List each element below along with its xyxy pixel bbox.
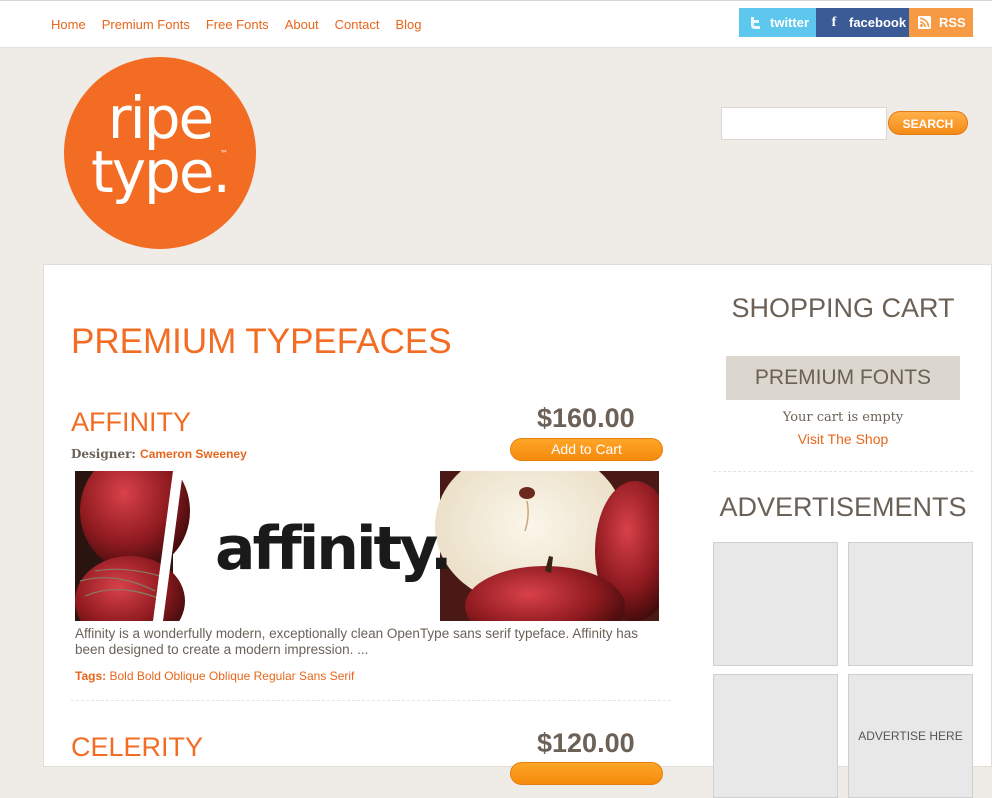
ad-slot[interactable] (713, 542, 838, 666)
page-title: PREMIUM TYPEFACES (71, 322, 452, 361)
tag-bold[interactable]: Bold (109, 669, 133, 683)
ad-text: ADVERTISE HERE (858, 729, 963, 743)
search-button[interactable]: SEARCH (888, 111, 968, 135)
nav-blog[interactable]: Blog (395, 17, 421, 32)
ad-slot[interactable] (848, 542, 973, 666)
rss-icon (918, 16, 931, 29)
tags-label: Tags: (75, 669, 107, 683)
product-tags: Tags: Bold Bold Oblique Oblique Regular … (75, 669, 354, 683)
add-to-cart-button[interactable]: Add to Cart (510, 438, 663, 461)
product-banner-image[interactable]: affinity. (75, 471, 659, 621)
ad-slot[interactable] (713, 674, 838, 798)
nav-about[interactable]: About (285, 17, 319, 32)
designer-line: Designer: Cameron Sweeney (71, 447, 247, 461)
site-logo[interactable]: ripe type. ™ (64, 57, 256, 249)
nav-contact[interactable]: Contact (335, 17, 380, 32)
rss-label: RSS (939, 15, 966, 30)
product-price: $120.00 (537, 728, 635, 758)
product-price: $160.00 (537, 403, 635, 433)
advertisements-heading: ADVERTISEMENTS (719, 492, 967, 522)
banner-word: affinity. (215, 514, 450, 584)
twitter-link[interactable]: twitter (739, 8, 816, 37)
facebook-icon: f (831, 14, 837, 30)
main-nav: Home Premium Fonts Free Fonts About Cont… (43, 17, 430, 32)
designer-label: Designer: (71, 447, 136, 461)
premium-fonts-box[interactable]: PREMIUM FONTS (726, 356, 960, 400)
facebook-link[interactable]: f facebook (816, 8, 909, 37)
tag-sans-serif[interactable]: Sans Serif (299, 669, 354, 683)
product-divider (71, 700, 671, 701)
cart-empty-text: Your cart is empty (782, 410, 904, 425)
sidebar-divider (713, 471, 973, 472)
twitter-label: twitter (770, 15, 809, 30)
designer-link[interactable]: Cameron Sweeney (140, 447, 247, 461)
banner-artwork: affinity. (75, 471, 659, 621)
tag-regular[interactable]: Regular (254, 669, 296, 683)
nav-free-fonts[interactable]: Free Fonts (206, 17, 269, 32)
nav-home[interactable]: Home (51, 17, 86, 32)
rss-link[interactable]: RSS (909, 8, 973, 37)
facebook-label: facebook (849, 15, 907, 30)
product-title[interactable]: CELERITY (71, 732, 203, 763)
tag-oblique[interactable]: Oblique (209, 669, 250, 683)
add-to-cart-button[interactable] (510, 762, 663, 785)
shopping-cart-heading: SHOPPING CART (731, 293, 955, 323)
logo-trademark: ™ (220, 149, 228, 158)
search-input[interactable] (721, 107, 887, 140)
visit-shop-link[interactable]: Visit The Shop (726, 431, 960, 447)
product-description: Affinity is a wonderfully modern, except… (75, 626, 639, 657)
product-title[interactable]: AFFINITY (71, 407, 191, 438)
twitter-icon (748, 16, 762, 30)
tag-bold-oblique[interactable]: Bold Oblique (137, 669, 206, 683)
nav-premium-fonts[interactable]: Premium Fonts (102, 17, 190, 32)
ad-slot[interactable]: ADVERTISE HERE (848, 674, 973, 798)
